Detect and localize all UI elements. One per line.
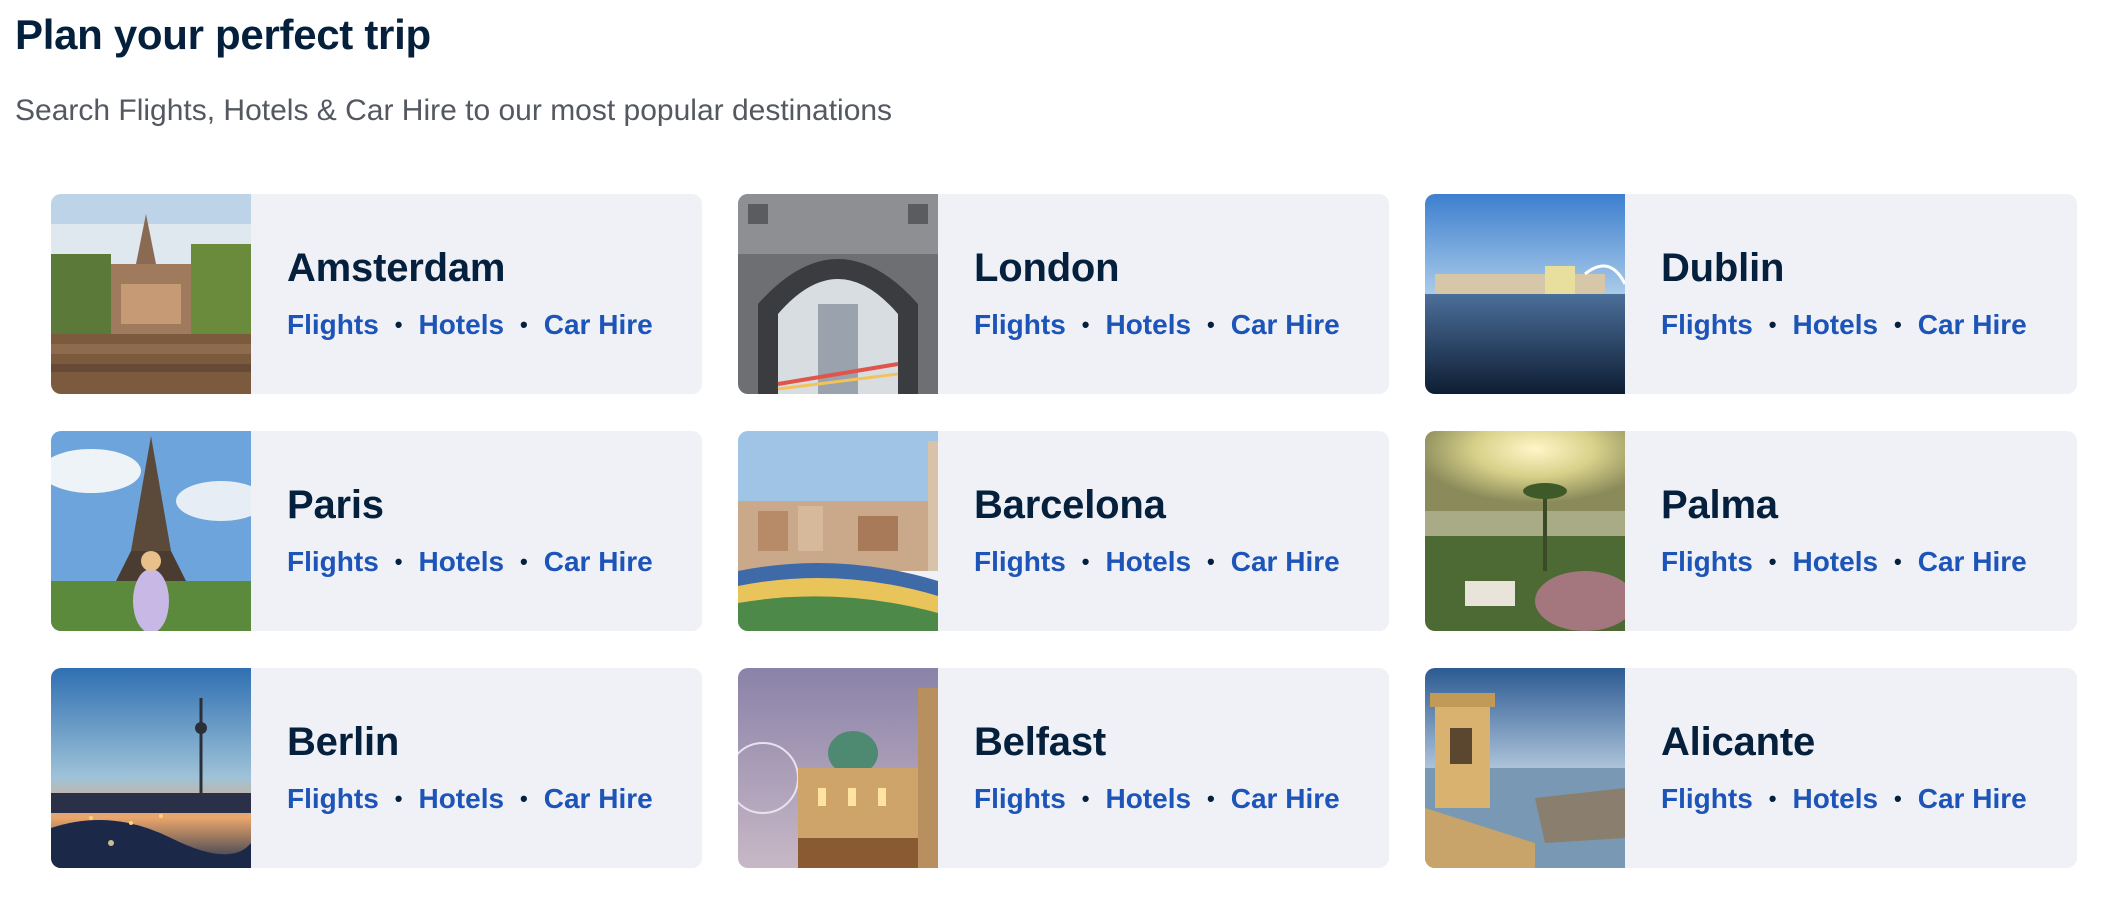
destination-card-amsterdam[interactable]: Amsterdam Flights • Hotels • Car Hire — [51, 194, 702, 394]
separator-dot: • — [394, 786, 403, 811]
city-name: Alicante — [1661, 720, 1816, 764]
separator-dot: • — [1894, 786, 1902, 811]
card-links: Flights • Hotels • Car Hire — [974, 782, 1389, 816]
belfast-photo[interactable] — [738, 668, 938, 868]
destination-card-palma[interactable]: Palma Flights • Hotels • Car Hire — [1425, 431, 2077, 631]
hotels-link[interactable]: Hotels — [1792, 782, 1878, 816]
car-hire-link[interactable]: Car Hire — [1918, 782, 2027, 816]
card-info: Palma Flights • Hotels • Car Hire — [1625, 431, 2077, 631]
card-links: Flights • Hotels • Car Hire — [287, 545, 702, 579]
amsterdam-photo[interactable] — [51, 194, 251, 394]
separator-dot: • — [1894, 312, 1902, 337]
separator-dot: • — [520, 312, 528, 337]
card-links: Flights • Hotels • Car Hire — [287, 308, 702, 342]
car-hire-link[interactable]: Car Hire — [1231, 308, 1340, 342]
card-links: Flights • Hotels • Car Hire — [287, 782, 702, 816]
separator-dot: • — [1081, 549, 1090, 574]
car-hire-link[interactable]: Car Hire — [1231, 545, 1340, 579]
london-photo[interactable] — [738, 194, 938, 394]
destination-card-barcelona[interactable]: Barcelona Flights • Hotels • Car Hire — [738, 431, 1389, 631]
flights-link[interactable]: Flights — [1661, 782, 1753, 816]
card-info: Dublin Flights • Hotels • Car Hire — [1625, 194, 2077, 394]
hotels-link[interactable]: Hotels — [1792, 545, 1878, 579]
separator-dot: • — [1207, 312, 1215, 337]
section-title: Plan your perfect trip — [15, 11, 431, 58]
city-name: Amsterdam — [287, 246, 506, 290]
card-links: Flights • Hotels • Car Hire — [974, 308, 1389, 342]
separator-dot: • — [1768, 549, 1777, 574]
hotels-link[interactable]: Hotels — [418, 308, 504, 342]
separator-dot: • — [520, 549, 528, 574]
city-name: Barcelona — [974, 483, 1166, 527]
card-links: Flights • Hotels • Car Hire — [1661, 545, 2077, 579]
destination-card-alicante[interactable]: Alicante Flights • Hotels • Car Hire — [1425, 668, 2077, 868]
destination-card-berlin[interactable]: Berlin Flights • Hotels • Car Hire — [51, 668, 702, 868]
alicante-photo[interactable] — [1425, 668, 1625, 868]
destination-card-dublin[interactable]: Dublin Flights • Hotels • Car Hire — [1425, 194, 2077, 394]
hotels-link[interactable]: Hotels — [1105, 545, 1191, 579]
car-hire-link[interactable]: Car Hire — [544, 308, 653, 342]
city-name: Palma — [1661, 483, 1778, 527]
flights-link[interactable]: Flights — [974, 782, 1066, 816]
separator-dot: • — [1081, 312, 1090, 337]
city-name: Berlin — [287, 720, 400, 764]
card-info: Barcelona Flights • Hotels • Car Hire — [938, 431, 1389, 631]
berlin-photo[interactable] — [51, 668, 251, 868]
separator-dot: • — [1081, 786, 1090, 811]
destinations-section: Plan your perfect trip Search Flights, H… — [0, 0, 2112, 916]
hotels-link[interactable]: Hotels — [1105, 308, 1191, 342]
flights-link[interactable]: Flights — [974, 308, 1066, 342]
city-name: London — [974, 246, 1120, 290]
car-hire-link[interactable]: Car Hire — [1918, 545, 2027, 579]
car-hire-link[interactable]: Car Hire — [544, 782, 653, 816]
separator-dot: • — [1894, 549, 1902, 574]
destination-grid: Amsterdam Flights • Hotels • Car Hire Lo… — [51, 194, 2077, 868]
flights-link[interactable]: Flights — [287, 308, 379, 342]
separator-dot: • — [394, 549, 403, 574]
car-hire-link[interactable]: Car Hire — [1918, 308, 2027, 342]
city-name: Belfast — [974, 720, 1106, 764]
flights-link[interactable]: Flights — [287, 545, 379, 579]
card-links: Flights • Hotels • Car Hire — [974, 545, 1389, 579]
destination-card-belfast[interactable]: Belfast Flights • Hotels • Car Hire — [738, 668, 1389, 868]
barcelona-photo[interactable] — [738, 431, 938, 631]
separator-dot: • — [394, 312, 403, 337]
city-name: Paris — [287, 483, 384, 527]
paris-photo[interactable] — [51, 431, 251, 631]
section-subtitle: Search Flights, Hotels & Car Hire to our… — [15, 94, 893, 127]
card-info: Berlin Flights • Hotels • Car Hire — [251, 668, 702, 868]
separator-dot: • — [1207, 786, 1215, 811]
card-info: London Flights • Hotels • Car Hire — [938, 194, 1389, 394]
flights-link[interactable]: Flights — [974, 545, 1066, 579]
card-links: Flights • Hotels • Car Hire — [1661, 308, 2077, 342]
flights-link[interactable]: Flights — [287, 782, 379, 816]
car-hire-link[interactable]: Car Hire — [1231, 782, 1340, 816]
card-links: Flights • Hotels • Car Hire — [1661, 782, 2077, 816]
hotels-link[interactable]: Hotels — [1105, 782, 1191, 816]
separator-dot: • — [520, 786, 528, 811]
separator-dot: • — [1768, 312, 1777, 337]
hotels-link[interactable]: Hotels — [1792, 308, 1878, 342]
flights-link[interactable]: Flights — [1661, 545, 1753, 579]
palma-photo[interactable] — [1425, 431, 1625, 631]
hotels-link[interactable]: Hotels — [418, 545, 504, 579]
destination-card-london[interactable]: London Flights • Hotels • Car Hire — [738, 194, 1389, 394]
card-info: Belfast Flights • Hotels • Car Hire — [938, 668, 1389, 868]
card-info: Paris Flights • Hotels • Car Hire — [251, 431, 702, 631]
city-name: Dublin — [1661, 246, 1785, 290]
car-hire-link[interactable]: Car Hire — [544, 545, 653, 579]
card-info: Amsterdam Flights • Hotels • Car Hire — [251, 194, 702, 394]
destination-card-paris[interactable]: Paris Flights • Hotels • Car Hire — [51, 431, 702, 631]
hotels-link[interactable]: Hotels — [418, 782, 504, 816]
flights-link[interactable]: Flights — [1661, 308, 1753, 342]
separator-dot: • — [1768, 786, 1777, 811]
dublin-photo[interactable] — [1425, 194, 1625, 394]
card-info: Alicante Flights • Hotels • Car Hire — [1625, 668, 2077, 868]
separator-dot: • — [1207, 549, 1215, 574]
